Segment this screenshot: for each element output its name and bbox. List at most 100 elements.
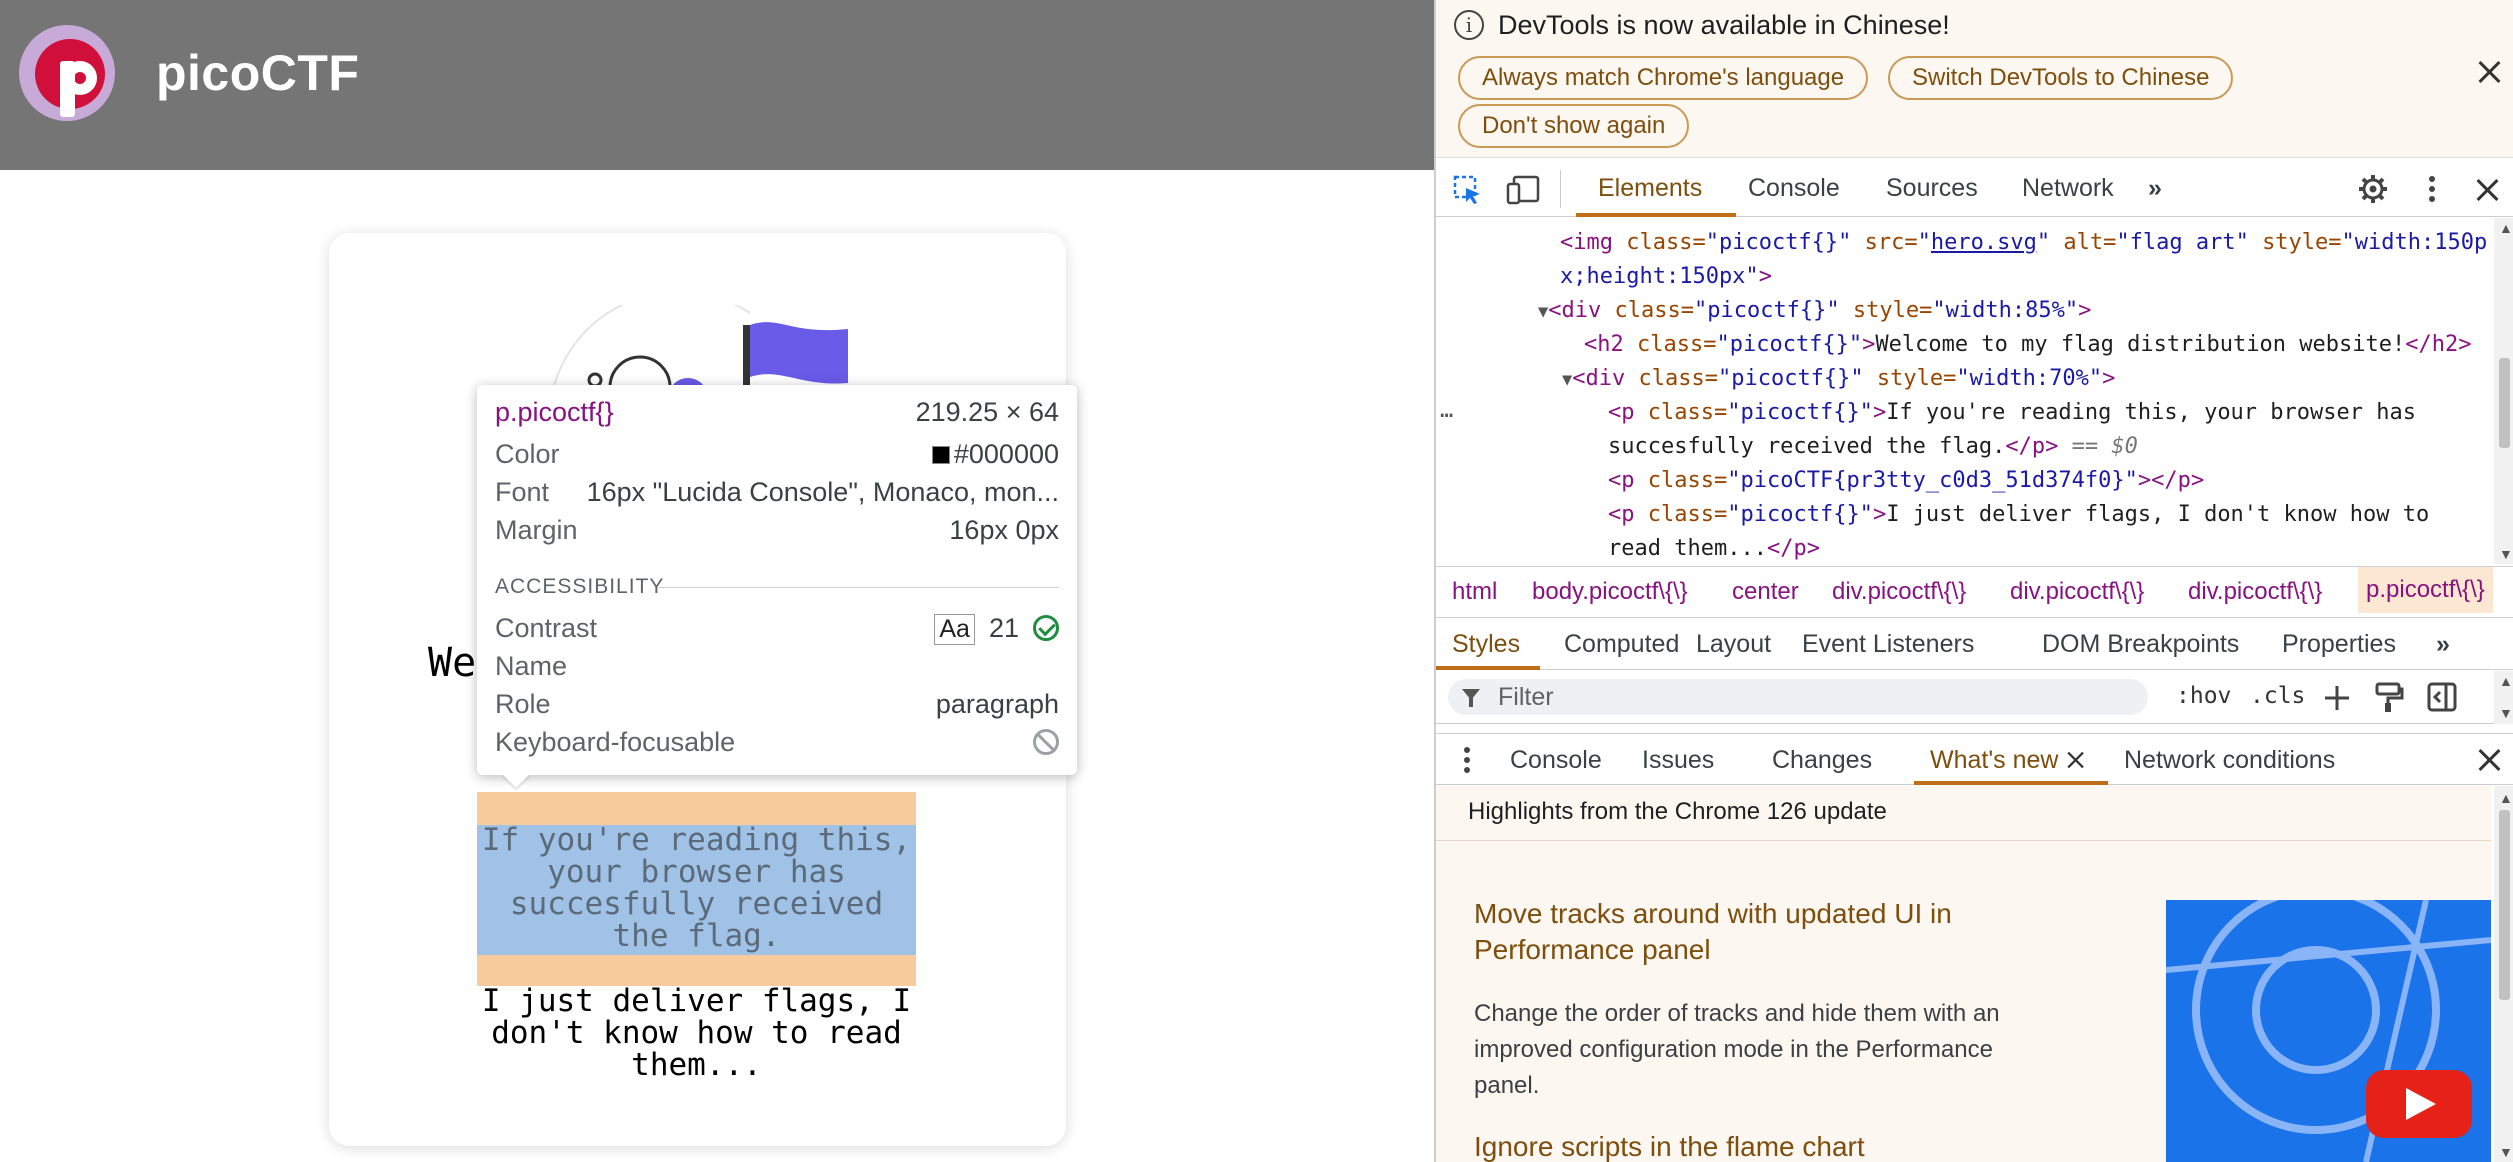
subtab-styles[interactable]: Styles	[1452, 630, 1520, 659]
styles-filter-bar: Filter :hov .cls	[1436, 671, 2513, 724]
subtab-computed[interactable]: Computed	[1564, 630, 1679, 659]
info-icon: i	[1454, 10, 1484, 40]
whats-new-scrollbar[interactable]: ▲ ▼	[2494, 786, 2513, 1162]
more-subtabs-chevron-icon[interactable]: »	[2436, 630, 2450, 659]
site-title[interactable]: picoCTF	[156, 44, 359, 102]
tab-elements[interactable]: Elements	[1598, 174, 1702, 203]
dom-node-p-deliver-cont: read them...</p>	[1608, 536, 1820, 561]
breadcrumb-div-2[interactable]: div.picoctf\{\}	[2010, 578, 2144, 606]
breadcrumb: html body.picoctf\{\} center div.picoctf…	[1436, 566, 2513, 618]
expand-triangle-icon: ▼	[1562, 370, 1573, 390]
whats-new-panel: Highlights from the Chrome 126 update Mo…	[1436, 786, 2491, 1162]
page-heading: We	[428, 640, 477, 686]
filter-funnel-stem	[1469, 698, 1473, 707]
tooltip-margin-label: Margin	[495, 515, 578, 545]
subtab-event-listeners[interactable]: Event Listeners	[1802, 630, 1974, 659]
whats-new-subtitle: Highlights from the Chrome 126 update	[1468, 798, 1887, 825]
expand-triangle-icon: ▼	[1538, 302, 1549, 322]
active-drawer-tab-indicator	[1914, 781, 2108, 785]
tab-network[interactable]: Network	[2022, 174, 2114, 203]
active-tab-indicator	[1576, 213, 1736, 217]
class-toggle[interactable]: .cls	[2250, 683, 2305, 709]
tooltip-selector: p.picoctf{}	[495, 397, 614, 427]
play-video-icon[interactable]	[2366, 1070, 2472, 1138]
drawer-tab-whats-new[interactable]: What's new	[1930, 746, 2058, 775]
whats-new-scroll-thumb[interactable]	[2499, 810, 2510, 1000]
divider	[1436, 840, 2491, 841]
settings-gear-icon[interactable]	[2358, 174, 2388, 204]
breadcrumb-div-1[interactable]: div.picoctf\{\}	[1832, 578, 1966, 606]
check-circle-icon	[1033, 615, 1059, 641]
subtab-properties[interactable]: Properties	[2282, 630, 2396, 659]
not-focusable-icon	[1033, 729, 1059, 755]
dom-node-h2[interactable]: <h2 class="picoctf{}">Welcome to my flag…	[1584, 328, 2471, 362]
toggle-sidebar-icon[interactable]	[2426, 681, 2458, 713]
tooltip-margin-value: 16px 0px	[949, 515, 1059, 545]
close-drawer-icon[interactable]	[2476, 746, 2504, 774]
close-infobar-icon[interactable]	[2476, 58, 2504, 86]
drawer-tab-issues[interactable]: Issues	[1642, 746, 1714, 775]
devtools-panel: i DevTools is now available in Chinese! …	[1434, 0, 2513, 1162]
tab-console[interactable]: Console	[1748, 174, 1840, 203]
breadcrumb-div-3[interactable]: div.picoctf\{\}	[2188, 578, 2322, 606]
tooltip-name-label: Name	[495, 651, 568, 681]
tooltip-accessibility-heading: ACCESSIBILITY	[495, 575, 665, 598]
breadcrumb-p-selected[interactable]: p.picoctf\{\}	[2358, 567, 2493, 613]
subtab-layout[interactable]: Layout	[1696, 630, 1771, 659]
tooltip-contrast-label: Contrast	[495, 613, 598, 643]
dom-node-img[interactable]: <img class="picoctf{}" src="hero.svg" al…	[1560, 226, 2487, 260]
device-toolbar-icon[interactable]	[1506, 174, 1542, 206]
drawer-tab-network-conditions[interactable]: Network conditions	[2124, 746, 2335, 775]
breadcrumb-body[interactable]: body.picoctf\{\}	[1532, 578, 1688, 606]
margin-highlight-bottom	[477, 955, 916, 986]
infobar-message: DevTools is now available in Chinese!	[1498, 10, 1950, 40]
whats-new-heading-1[interactable]: Move tracks around with updated UI in Pe…	[1474, 896, 2034, 968]
whats-new-heading-2[interactable]: Ignore scripts in the flame chart	[1474, 1131, 1865, 1162]
drawer-tab-changes[interactable]: Changes	[1772, 746, 1872, 775]
dom-scroll-thumb[interactable]	[2499, 358, 2510, 448]
tooltip-font-label: Font	[495, 477, 550, 507]
inspect-element-icon[interactable]	[1452, 174, 1484, 206]
more-options-icon[interactable]	[2426, 174, 2438, 204]
dom-node-img-cont: x;height:150px">	[1560, 264, 1772, 289]
breadcrumb-center[interactable]: center	[1732, 578, 1799, 606]
dom-node-div-70[interactable]: ▼<div class="picoctf{}" style="width:70%…	[1562, 362, 2115, 397]
styles-scrollbar[interactable]: ▲ ▼	[2494, 671, 2513, 724]
paint-roller-icon[interactable]	[2374, 681, 2404, 713]
picoctf-logo[interactable]	[19, 25, 115, 121]
contrast-aa-sample: Aa	[934, 614, 975, 645]
close-whats-new-tab-icon[interactable]	[2066, 750, 2087, 771]
web-page: picoCTF We If you're reading this, your …	[0, 0, 1434, 1162]
elements-subtabs: Styles Computed Layout Event Listeners D…	[1436, 618, 2513, 670]
tooltip-font-value: 16px "Lucida Console", Monaco, mon...	[586, 477, 1059, 507]
drawer-menu-icon[interactable]	[1462, 746, 1472, 774]
close-devtools-icon[interactable]	[2474, 176, 2502, 204]
hover-state-toggle[interactable]: :hov	[2176, 683, 2231, 709]
switch-to-chinese-button[interactable]: Switch DevTools to Chinese	[1888, 56, 2234, 100]
dom-node-div-85[interactable]: ▼<div class="picoctf{}" style="width:85%…	[1538, 294, 2091, 329]
whats-new-video-thumbnail[interactable]	[2166, 900, 2491, 1162]
tooltip-color-value: #000000	[953, 439, 1059, 469]
dont-show-again-button[interactable]: Don't show again	[1458, 104, 1690, 148]
breadcrumb-html[interactable]: html	[1452, 578, 1497, 606]
dom-node-p-selected-cont: succesfully received the flag.</p> == $0	[1608, 434, 2138, 459]
deliver-paragraph: I just deliver flags, I don't know how t…	[481, 983, 912, 1083]
dom-tree: … <img class="picoctf{}" src="hero.svg" …	[1436, 218, 2494, 564]
dom-node-p-deliver[interactable]: <p class="picoctf{}">I just deliver flag…	[1608, 498, 2429, 532]
flag-paragraph: If you're reading this, your browser has…	[481, 822, 912, 954]
dom-scrollbar[interactable]: ▲ ▼	[2494, 218, 2513, 564]
more-tabs-chevron-icon[interactable]: »	[2148, 174, 2162, 203]
always-match-language-button[interactable]: Always match Chrome's language	[1458, 56, 1869, 100]
tooltip-role-value: paragraph	[935, 689, 1059, 719]
subtab-dom-breakpoints[interactable]: DOM Breakpoints	[2042, 630, 2239, 659]
whats-new-body-1: Change the order of tracks and hide them…	[1474, 1000, 2000, 1099]
styles-filter-input[interactable]: Filter	[1448, 679, 2148, 715]
new-style-rule-icon[interactable]	[2322, 683, 2352, 713]
language-infobar: i DevTools is now available in Chinese! …	[1436, 0, 2513, 158]
dom-node-p-flag[interactable]: <p class="picoCTF{pr3tty_c0d3_51d374f0}"…	[1608, 464, 2204, 498]
tooltip-color-label: Color	[495, 439, 560, 469]
node-actions-ellipsis-icon[interactable]: …	[1440, 394, 1453, 428]
tab-sources[interactable]: Sources	[1886, 174, 1978, 203]
drawer-tab-console[interactable]: Console	[1510, 746, 1602, 775]
dom-node-p-selected[interactable]: <p class="picoctf{}">If you're reading t…	[1608, 396, 2416, 430]
